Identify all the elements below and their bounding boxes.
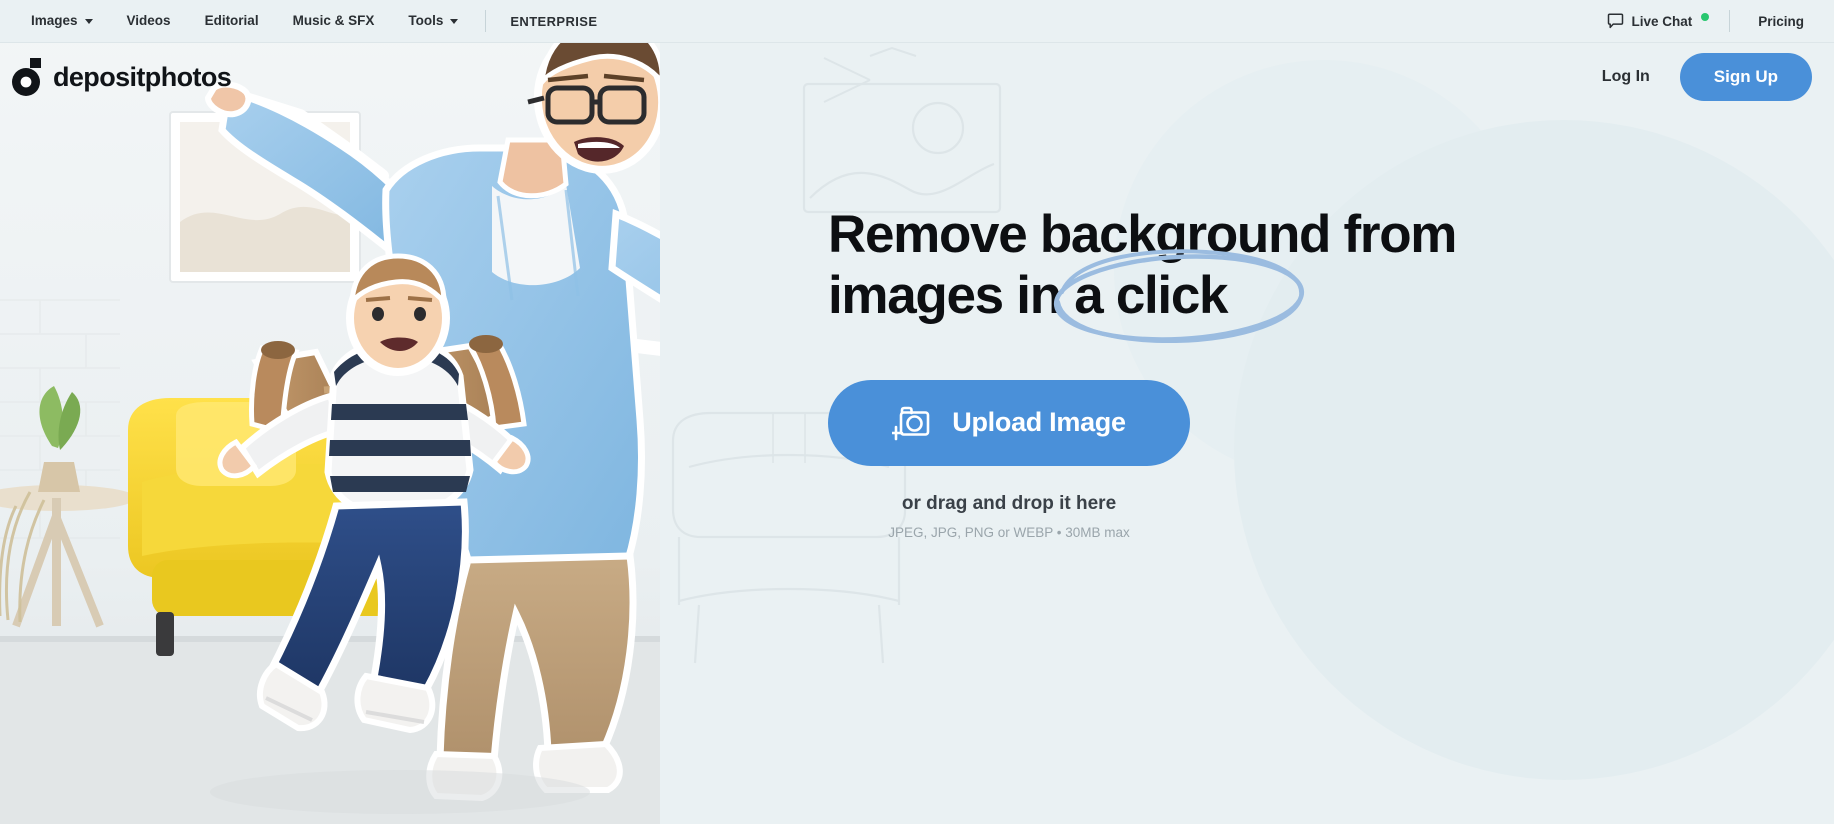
nav-item-images-label: Images bbox=[31, 13, 78, 28]
nav-item-tools-label: Tools bbox=[408, 13, 444, 28]
header-actions: Log In Sign Up bbox=[1580, 53, 1834, 101]
site-header: depositphotos Log In Sign Up bbox=[0, 43, 1834, 111]
nav-item-images[interactable]: Images bbox=[14, 0, 110, 42]
hero-photo bbox=[0, 0, 660, 824]
nav-item-music-sfx-label: Music & SFX bbox=[292, 13, 375, 28]
nav-item-editorial[interactable]: Editorial bbox=[188, 0, 276, 42]
camera-plus-icon bbox=[892, 406, 930, 441]
nav-divider bbox=[1729, 10, 1731, 32]
nav-item-videos[interactable]: Videos bbox=[110, 0, 188, 42]
login-button[interactable]: Log In bbox=[1580, 58, 1672, 96]
chevron-down-icon bbox=[84, 18, 93, 24]
nav-item-videos-label: Videos bbox=[126, 13, 171, 28]
camera-logo-icon bbox=[12, 58, 41, 96]
signup-button[interactable]: Sign Up bbox=[1679, 53, 1812, 101]
nav-item-pricing[interactable]: Pricing bbox=[1740, 14, 1812, 29]
page-title: Remove background from images in a click bbox=[828, 205, 1528, 343]
upload-image-label: Upload Image bbox=[952, 407, 1126, 438]
nav-item-enterprise[interactable]: ENTERPRISE bbox=[496, 14, 611, 29]
depositphotos-logo-text: depositphotos bbox=[53, 61, 232, 92]
nav-item-music-sfx[interactable]: Music & SFX bbox=[276, 0, 392, 42]
depositphotos-logo-mark bbox=[12, 58, 46, 96]
headline-line-1: Remove background from bbox=[828, 205, 1457, 264]
top-nav-right-group: Live Chat Pricing bbox=[1597, 10, 1834, 32]
live-chat-button[interactable]: Live Chat bbox=[1597, 12, 1719, 30]
online-status-indicator bbox=[1701, 12, 1710, 21]
live-chat-label: Live Chat bbox=[1631, 13, 1693, 29]
headline-line-2-prefix: images in bbox=[828, 265, 1062, 325]
depositphotos-logo[interactable]: depositphotos bbox=[12, 58, 232, 96]
headline-highlight: a click bbox=[1054, 249, 1305, 343]
nav-item-editorial-label: Editorial bbox=[204, 13, 259, 28]
drag-drop-hint: or drag and drop it here bbox=[901, 492, 1117, 514]
headline-highlight-text: a click bbox=[1074, 265, 1228, 325]
chat-bubble-icon bbox=[1608, 12, 1624, 28]
hero-section: Remove background from images in a click… bbox=[0, 0, 1834, 824]
top-utility-nav: Images Videos Editorial Music & SFX Tool… bbox=[0, 0, 1834, 43]
nav-divider bbox=[485, 10, 487, 32]
nav-item-tools[interactable]: Tools bbox=[391, 0, 475, 42]
top-nav-left-group: Images Videos Editorial Music & SFX Tool… bbox=[0, 0, 611, 42]
chevron-down-icon bbox=[450, 18, 459, 24]
upload-image-button[interactable]: Upload Image bbox=[828, 379, 1190, 466]
hero-content: Remove background from images in a click… bbox=[828, 205, 1528, 540]
supported-formats-hint: JPEG, JPG, PNG or WEBP • 30MB max bbox=[888, 524, 1130, 540]
